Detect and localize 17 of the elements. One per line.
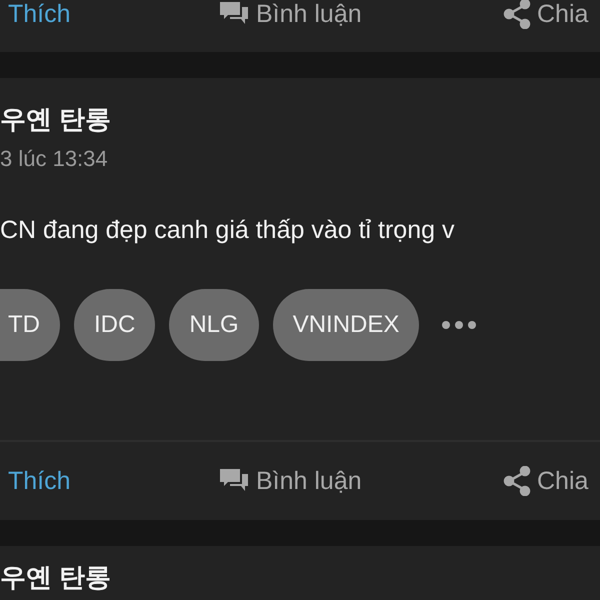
ticker-tag[interactable]: VNINDEX xyxy=(272,289,420,361)
ticker-tag[interactable]: TD xyxy=(0,289,60,361)
post-text: CN đang đẹp canh giá thấp vào tỉ trọng v xyxy=(0,216,456,245)
action-button[interactable]: Chia xyxy=(503,0,588,29)
ticker-tag[interactable]: IDC xyxy=(74,289,156,361)
action-button[interactable]: Bình luận xyxy=(218,466,503,496)
share-icon xyxy=(503,0,531,29)
action-button[interactable]: Thích xyxy=(8,0,218,28)
author-name[interactable]: 우옌 탄롱 xyxy=(0,562,600,592)
action-button[interactable]: Bình luận xyxy=(218,0,503,28)
more-icon[interactable] xyxy=(441,320,478,330)
post-time: 3 lúc 13:34 xyxy=(0,146,109,172)
share-icon xyxy=(503,466,531,496)
action-button[interactable]: Thích xyxy=(8,466,218,496)
ticker-tag[interactable]: NLG xyxy=(169,289,259,361)
action-button[interactable]: Chia xyxy=(503,466,588,496)
author-name[interactable]: 우옌 탄롱 xyxy=(0,102,600,136)
